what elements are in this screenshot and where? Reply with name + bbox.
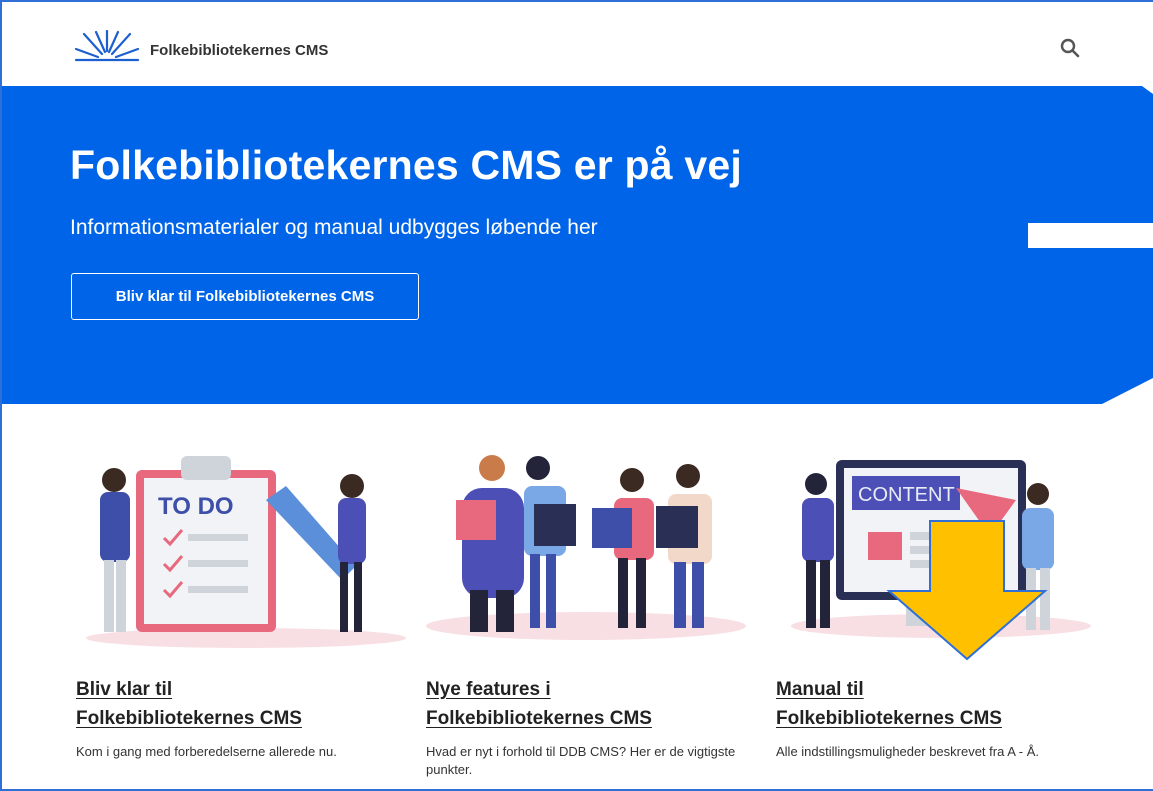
card-title-line[interactable]: Manual til <box>776 675 1106 704</box>
site-brand-name[interactable]: Folkebibliotekernes CMS <box>150 42 328 59</box>
card-manual-text: Alle indstillingsmuligheder beskrevet fr… <box>776 744 1040 759</box>
hero-background <box>2 86 1153 404</box>
puzzle-team-illustration <box>426 455 746 640</box>
site-header: Folkebibliotekernes CMS <box>0 0 1153 86</box>
svg-text:CONTENT: CONTENT <box>858 484 955 506</box>
card-new-features-text: Hvad er nyt i forhold til DDB CMS? Her e… <box>426 744 736 777</box>
sunburst-logo-icon[interactable] <box>74 30 140 66</box>
card-manual-title[interactable]: Manual til Folkebibliotekernes CMS <box>776 675 1106 733</box>
todo-illustration: TO DO <box>86 456 406 648</box>
card-get-ready-title[interactable]: Bliv klar til Folkebibliotekernes CMS <box>76 675 406 733</box>
card-title-line[interactable]: Folkebibliotekernes CMS <box>76 704 406 733</box>
card-title-line[interactable]: Bliv klar til <box>76 675 406 704</box>
card-title-line[interactable]: Folkebibliotekernes CMS <box>776 704 1106 733</box>
down-arrow-icon <box>886 520 1048 661</box>
svg-text:TO DO: TO DO <box>158 493 234 520</box>
get-ready-button[interactable]: Bliv klar til Folkebibliotekernes CMS <box>71 273 419 320</box>
hero-title: Folkebibliotekernes CMS er på vej <box>70 142 742 188</box>
card-title-line[interactable]: Nye features i <box>426 675 756 704</box>
card-new-features-title[interactable]: Nye features i Folkebibliotekernes CMS <box>426 675 756 733</box>
card-title-line[interactable]: Folkebibliotekernes CMS <box>426 704 756 733</box>
search-icon[interactable] <box>1058 36 1082 60</box>
hero-subtitle: Informationsmaterialer og manual udbygge… <box>70 216 598 239</box>
hero-banner <box>2 86 1153 404</box>
card-get-ready-text: Kom i gang med forberedelserne allerede … <box>76 744 337 759</box>
